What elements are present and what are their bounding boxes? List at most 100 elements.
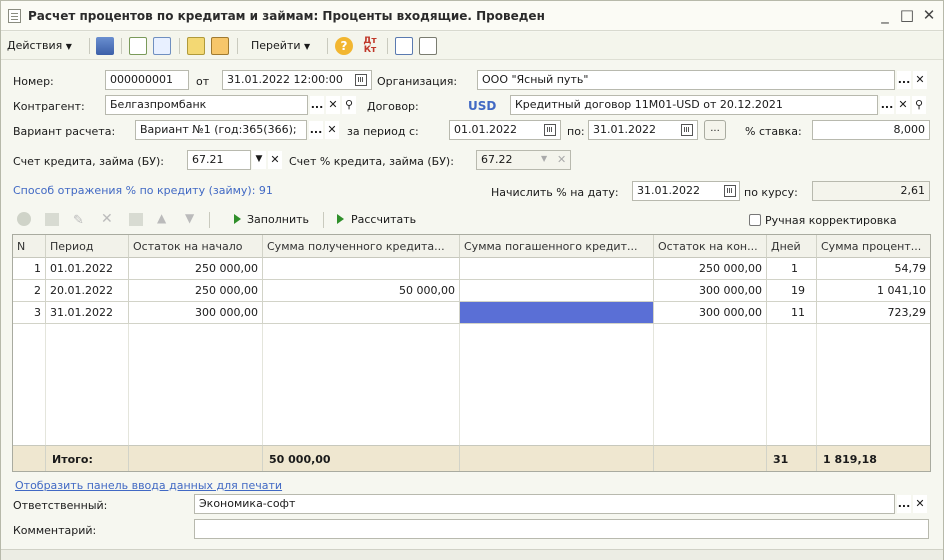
- end-edit-icon[interactable]: [129, 213, 143, 226]
- table-cell[interactable]: 01.01.2022: [46, 258, 129, 280]
- chevron-down-icon[interactable]: ▼: [252, 151, 266, 169]
- fill-icon[interactable]: [187, 37, 205, 55]
- table-cell[interactable]: 50 000,00: [263, 280, 460, 302]
- move-up-icon[interactable]: ▲: [157, 211, 171, 225]
- toolbar-separator: [237, 38, 238, 54]
- post-icon[interactable]: [129, 37, 147, 55]
- calendar-icon[interactable]: [724, 185, 736, 197]
- table-cell[interactable]: 300 000,00: [129, 302, 263, 324]
- table-cell[interactable]: 19: [767, 280, 817, 302]
- column-header-received[interactable]: Сумма полученного кредита...: [263, 235, 460, 258]
- search-icon[interactable]: ⚲: [912, 96, 926, 114]
- table-cell[interactable]: 20.01.2022: [46, 280, 129, 302]
- credit-account-field[interactable]: 67.21: [187, 150, 251, 170]
- comment-field[interactable]: [194, 519, 929, 539]
- credit-account-label: Счет кредита, займа (БУ):: [13, 155, 164, 168]
- debit-credit-icon[interactable]: Дт Кт: [361, 37, 379, 55]
- select-button[interactable]: ...: [897, 495, 911, 513]
- minimize-button[interactable]: _: [875, 5, 895, 25]
- table-cell[interactable]: 1 041,10: [817, 280, 930, 302]
- calendar-icon[interactable]: [544, 124, 556, 136]
- table-cell[interactable]: 300 000,00: [654, 302, 767, 324]
- contract-field[interactable]: Кредитный договор 11М01-USD от 20.12.202…: [510, 95, 878, 115]
- chevron-down-icon: ▼: [541, 154, 548, 163]
- organization-label: Организация:: [377, 75, 458, 88]
- column-divider: [816, 324, 817, 445]
- column-header-repaid[interactable]: Сумма погашенного кредит...: [460, 235, 654, 258]
- table-cell[interactable]: 300 000,00: [654, 280, 767, 302]
- table-cell[interactable]: 31.01.2022: [46, 302, 129, 324]
- period-from-label: за период с:: [347, 125, 419, 138]
- print-panel-link[interactable]: Отобразить панель ввода данных для печат…: [15, 479, 282, 492]
- print-preview-icon[interactable]: [395, 37, 413, 55]
- table-cell[interactable]: 2: [13, 280, 46, 302]
- select-button[interactable]: ...: [309, 121, 323, 139]
- period-to-label: по:: [567, 125, 585, 138]
- unpost-icon[interactable]: [153, 37, 171, 55]
- period-select-button[interactable]: ...: [704, 120, 726, 140]
- post-and-close-icon[interactable]: [96, 37, 114, 55]
- table-cell[interactable]: 54,79: [817, 258, 930, 280]
- table-cell[interactable]: 250 000,00: [654, 258, 767, 280]
- clear-icon[interactable]: ✕: [913, 495, 927, 513]
- goto-menu[interactable]: Перейти ▼: [251, 39, 310, 52]
- selected-cell[interactable]: [460, 302, 654, 324]
- actions-menu[interactable]: Действия ▼: [7, 39, 72, 52]
- responsible-field[interactable]: Экономика-софт: [194, 494, 895, 514]
- calculate-button[interactable]: Рассчитать: [351, 213, 416, 226]
- column-header-days[interactable]: Дней: [767, 235, 817, 258]
- close-button[interactable]: ✕: [919, 5, 939, 25]
- table-cell[interactable]: 250 000,00: [129, 258, 263, 280]
- calendar-icon[interactable]: [681, 124, 693, 136]
- calendar-icon[interactable]: [355, 74, 367, 86]
- maximize-button[interactable]: □: [897, 5, 917, 25]
- fill-button[interactable]: Заполнить: [247, 213, 309, 226]
- column-header-period[interactable]: Период: [46, 235, 129, 258]
- move-down-icon[interactable]: ▼: [185, 211, 199, 225]
- column-header-opening-balance[interactable]: Остаток на начало: [129, 235, 263, 258]
- footer-cell: [654, 445, 767, 471]
- structure-icon[interactable]: [419, 37, 437, 55]
- search-icon[interactable]: ⚲: [342, 96, 356, 114]
- counterparty-field[interactable]: Белгазпромбанк: [105, 95, 308, 115]
- table-cell[interactable]: 3: [13, 302, 46, 324]
- table-cell[interactable]: [263, 302, 460, 324]
- column-header-interest[interactable]: Сумма процент...: [817, 235, 930, 258]
- table-cell[interactable]: 723,29: [817, 302, 930, 324]
- clear-icon[interactable]: ✕: [896, 96, 910, 114]
- select-button[interactable]: ...: [897, 71, 911, 89]
- rate-field[interactable]: 8,000: [812, 120, 930, 140]
- toolbar-separator: [387, 38, 388, 54]
- table-cell[interactable]: [263, 258, 460, 280]
- calc-variant-field[interactable]: Вариант №1 (год:365(366);: [135, 120, 307, 140]
- status-bar: [1, 549, 943, 560]
- column-header-n[interactable]: N: [13, 235, 46, 258]
- date-field[interactable]: 31.01.2022 12:00:00: [222, 70, 372, 90]
- copy-row-icon[interactable]: [45, 213, 59, 226]
- edit-row-icon[interactable]: ✎: [73, 213, 87, 228]
- table-cell[interactable]: 1: [767, 258, 817, 280]
- interest-account-field: 67.22 ▼ ✕: [476, 150, 571, 170]
- table-cell[interactable]: [460, 280, 654, 302]
- select-button[interactable]: ...: [880, 96, 894, 114]
- table-cell[interactable]: 11: [767, 302, 817, 324]
- clear-icon[interactable]: ✕: [325, 121, 339, 139]
- copy-icon[interactable]: [211, 37, 229, 55]
- column-header-closing-balance[interactable]: Остаток на кон...: [654, 235, 767, 258]
- table-cell[interactable]: 250 000,00: [129, 280, 263, 302]
- number-field[interactable]: 000000001: [105, 70, 189, 90]
- rate-label: % ставка:: [745, 125, 802, 138]
- delete-row-icon[interactable]: ✕: [101, 211, 115, 227]
- add-row-icon[interactable]: [17, 212, 31, 226]
- clear-icon[interactable]: ✕: [268, 151, 282, 169]
- clear-icon[interactable]: ✕: [913, 71, 927, 89]
- manual-adjust-checkbox[interactable]: [749, 214, 761, 226]
- select-button[interactable]: ...: [310, 96, 324, 114]
- interest-method-link[interactable]: Способ отражения % по кредиту (займу): 9…: [13, 184, 273, 197]
- clear-icon[interactable]: ✕: [326, 96, 340, 114]
- table-cell[interactable]: [460, 258, 654, 280]
- table-cell[interactable]: 1: [13, 258, 46, 280]
- organization-field[interactable]: ООО "Ясный путь": [477, 70, 895, 90]
- help-icon[interactable]: ?: [335, 37, 353, 55]
- date-value: 31.01.2022 12:00:00: [227, 73, 343, 86]
